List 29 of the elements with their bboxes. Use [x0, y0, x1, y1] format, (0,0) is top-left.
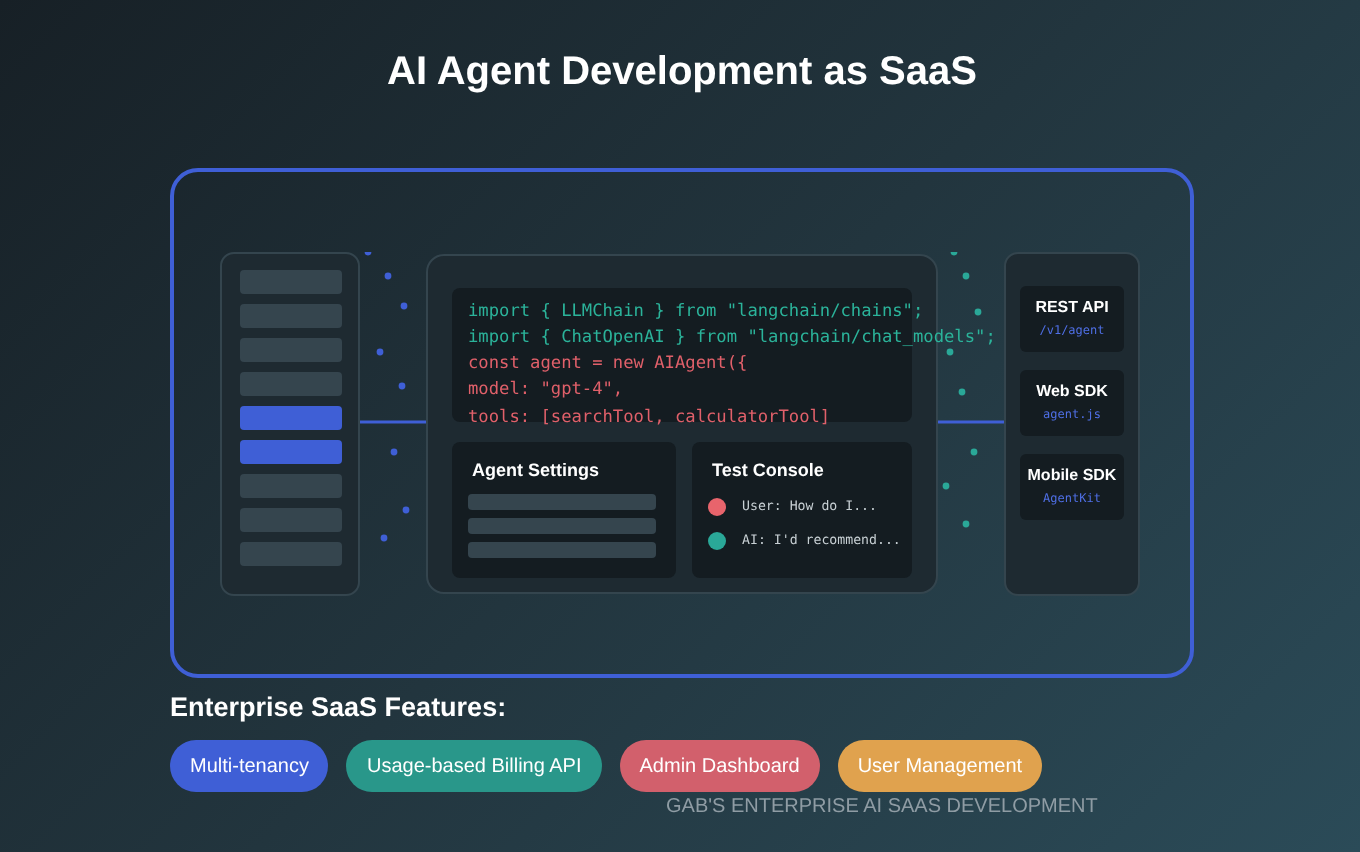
feature-tag: User Management	[837, 740, 1043, 792]
input-field[interactable]	[468, 541, 656, 557]
endpoint-name: Mobile SDK	[1027, 466, 1117, 484]
code-line: const agent = new AIAgent({	[468, 352, 748, 379]
sidebar-item[interactable]	[240, 371, 342, 395]
input-field[interactable]	[468, 517, 656, 533]
sidebar-item[interactable]	[240, 541, 342, 565]
sidebar-item[interactable]	[240, 405, 342, 429]
input-field[interactable]	[468, 493, 656, 509]
sidebar-item[interactable]	[240, 337, 342, 361]
code-line: import { ChatOpenAI } from "langchain/chat_models";	[468, 325, 996, 352]
footer-text: GAB'S ENTERPRISE AI SAAS DEVELOPMENT	[666, 796, 1100, 818]
section-heading: Enterprise SaaS Features:	[170, 690, 509, 726]
code-line: tools: [searchTool, calculatorTool]	[468, 405, 831, 432]
code-line: import { LLMChain } from "langchain/chains";	[468, 299, 924, 325]
endpoint-name: REST API	[1035, 298, 1109, 316]
feature-tag: Admin Dashboard	[619, 740, 820, 792]
sidebar-item[interactable]	[240, 269, 342, 293]
feature-tag: Usage-based Billing API	[346, 740, 602, 792]
sidebar-item[interactable]	[240, 439, 342, 463]
sidebar-item[interactable]	[240, 303, 342, 327]
sidebar-item[interactable]	[240, 473, 342, 497]
card-title: Test Console	[712, 457, 824, 481]
page-title: AI Agent Development as SaaS	[385, 48, 979, 98]
code-line: model: "gpt-4",	[468, 378, 624, 405]
card-title: Agent Settings	[472, 457, 600, 481]
sidebar-item[interactable]	[240, 507, 342, 531]
feature-tag: Multi-tenancy	[170, 740, 329, 792]
endpoint-name: Web SDK	[1036, 382, 1108, 400]
